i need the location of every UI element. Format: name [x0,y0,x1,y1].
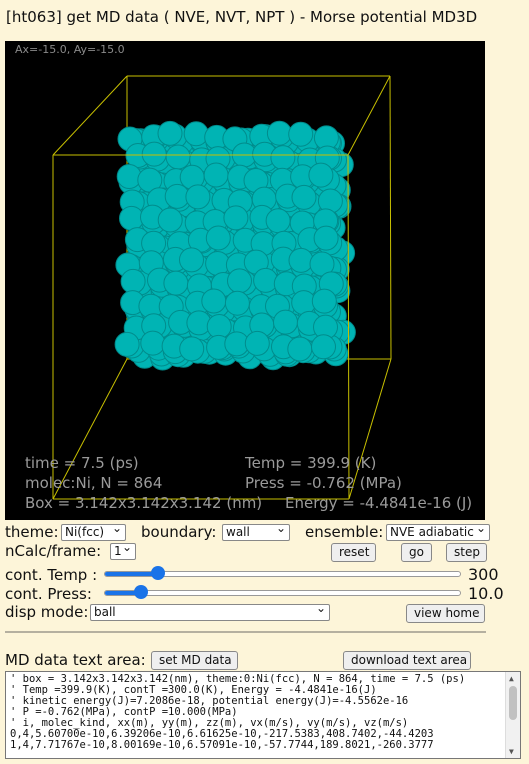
atom [287,336,313,362]
section-divider [5,631,486,633]
press-slider[interactable] [104,585,461,599]
atom [183,121,209,147]
atom [163,270,189,296]
atom [201,288,227,314]
atom [270,145,296,171]
atom [253,267,279,293]
theme-label: theme: [5,523,59,541]
ncalc-label: nCalc/frame: [5,542,102,560]
atom [114,331,140,357]
textarea-scrollbar[interactable]: ▲ ▼ [505,672,520,758]
theme-select[interactable]: Ni(fcc) [61,524,126,541]
temp-control-value: 300 [468,565,499,584]
ncalc-select[interactable]: 1 [110,543,136,560]
time-readout: time = 7.5 (ps) [25,454,139,472]
atom [206,314,232,339]
scroll-up-icon[interactable]: ▲ [509,673,514,684]
atom [291,184,317,210]
md-3d-viewer[interactable]: Ax=-15.0, Ay=-15.0 time = 7.5 (ps) Temp … [5,41,485,520]
atom [179,336,205,362]
atom [308,162,334,188]
md-data-label: MD data text area: [5,651,146,669]
scrollbar-thumb[interactable] [509,686,517,720]
atom [157,207,183,233]
atom [185,184,211,210]
set-md-data-button[interactable]: set MD data [151,651,238,670]
atom [288,121,314,147]
energy-readout: Energy = -4.4841e-16 (J) [285,494,473,512]
go-button[interactable]: go [401,543,432,562]
temp-readout: Temp = 399.9 (K) [245,454,377,472]
pressure-readout: Press = -0.762 (MPa) [245,474,402,492]
atom [311,334,336,360]
md-data-textarea[interactable]: ' box = 3.142x3.142x3.142(nm), theme:0:N… [5,671,521,759]
press-control-label: cont. Press: [5,585,92,603]
scroll-down-icon[interactable]: ▼ [509,746,514,757]
atom [313,225,339,251]
box-readout: Box = 3.142x3.142x3.142 (nm) [25,494,263,512]
simulation-scene[interactable] [5,41,485,520]
boundary-label: boundary: [141,523,217,541]
atom [116,164,142,189]
atom [179,247,204,273]
atom [266,120,292,146]
ensemble-select[interactable]: NVE adiabatic [386,524,490,541]
temp-slider[interactable] [104,566,461,580]
atom [311,288,337,314]
view-home-button[interactable]: view home [406,604,485,623]
reset-button[interactable]: reset [331,543,376,562]
atom [119,205,144,231]
molecule-readout: molec:Ni, N = 864 [25,474,163,492]
box-frame-edge [389,75,392,360]
atom [223,205,249,231]
box-frame-edge [347,75,391,156]
rotation-angles: Ax=-15.0, Ay=-15.0 [15,43,125,56]
temp-slider-thumb[interactable] [151,566,166,580]
disp-mode-label: disp mode: [5,603,89,621]
atom [224,290,250,316]
box-frame-edge [52,75,128,156]
atom [205,225,231,251]
textarea-content: ' box = 3.142x3.142x3.142(nm), theme:0:N… [10,674,500,751]
atom [203,162,229,188]
textarea-line: 1,4,7.71767e-10,8.00169e-10,6.57091e-10,… [10,739,434,751]
press-slider-thumb[interactable] [133,585,148,599]
step-button[interactable]: step [446,543,487,562]
atom [244,330,270,356]
atom [227,268,252,294]
atom [288,247,314,273]
atom [265,208,291,234]
atom [141,141,167,167]
download-text-area-button[interactable]: download text area [343,651,471,670]
atom [120,268,146,294]
atom [140,330,166,356]
atom [157,120,183,146]
ensemble-label: ensemble: [305,523,384,541]
atom [165,144,191,170]
temp-slider-fill [105,572,159,576]
press-control-value: 10.0 [468,584,504,603]
boundary-select[interactable]: wall [222,524,290,541]
page-title: [ht063] get MD data ( NVE, NVT, NPT ) - … [6,8,478,26]
disp-mode-select[interactable]: ball [90,604,330,621]
temp-control-label: cont. Temp : [5,566,98,584]
atom [273,309,298,335]
